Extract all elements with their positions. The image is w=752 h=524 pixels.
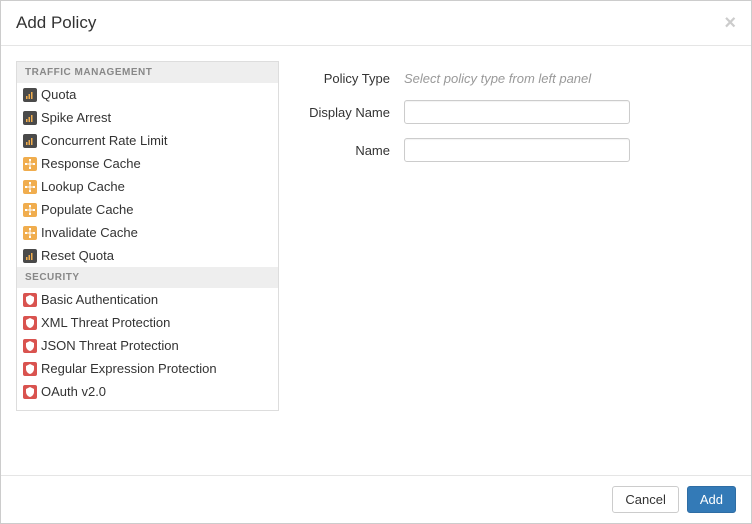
section-header: SECURITY: [17, 267, 278, 288]
policy-item-label: XML Threat Protection: [41, 315, 170, 330]
close-icon[interactable]: ×: [724, 13, 736, 33]
cache-icon: [23, 226, 37, 240]
policy-type-value: Select policy type from left panel: [404, 71, 591, 86]
cache-icon: [23, 203, 37, 217]
add-policy-modal: Add Policy × TRAFFIC MANAGEMENT Quota Spik…: [0, 0, 752, 524]
policy-item[interactable]: Response Cache: [17, 152, 278, 175]
quota-icon: [23, 111, 37, 125]
policy-item-label: Regular Expression Protection: [41, 361, 217, 376]
name-label: Name: [294, 143, 404, 158]
policy-form: Policy Type Select policy type from left…: [294, 61, 736, 460]
policy-item[interactable]: Basic Authentication: [17, 288, 278, 311]
policy-item-label: Concurrent Rate Limit: [41, 133, 167, 148]
cache-icon: [23, 180, 37, 194]
modal-body: TRAFFIC MANAGEMENT Quota Spike Arrest Concu…: [1, 46, 751, 475]
policy-item-label: OAuth v2.0: [41, 384, 106, 399]
display-name-input[interactable]: [404, 100, 630, 124]
security-icon: [23, 362, 37, 376]
policy-item[interactable]: Lookup Cache: [17, 175, 278, 198]
policy-item[interactable]: Concurrent Rate Limit: [17, 129, 278, 152]
policy-item[interactable]: Reset Quota: [17, 244, 278, 267]
policy-item[interactable]: Regular Expression Protection: [17, 357, 278, 380]
security-icon: [23, 293, 37, 307]
policy-item-label: Invalidate Cache: [41, 225, 138, 240]
security-icon: [23, 316, 37, 330]
modal-header: Add Policy ×: [1, 1, 751, 46]
policy-item-label: Response Cache: [41, 156, 141, 171]
modal-title: Add Policy: [16, 13, 96, 33]
policy-item[interactable]: OAuth v2.0: [17, 380, 278, 403]
policy-item-label: Spike Arrest: [41, 110, 111, 125]
security-icon: [23, 339, 37, 353]
display-name-row: Display Name: [294, 100, 716, 124]
policy-item[interactable]: Invalidate Cache: [17, 221, 278, 244]
quota-icon: [23, 134, 37, 148]
policy-item[interactable]: XML Threat Protection: [17, 311, 278, 334]
policy-item[interactable]: Quota: [17, 83, 278, 106]
policy-item[interactable]: Spike Arrest: [17, 106, 278, 129]
policy-item-label: Basic Authentication: [41, 292, 158, 307]
policy-item[interactable]: JSON Threat Protection: [17, 334, 278, 357]
policy-type-list[interactable]: TRAFFIC MANAGEMENT Quota Spike Arrest Concu…: [16, 61, 279, 411]
policy-item-label: Reset Quota: [41, 248, 114, 263]
security-icon: [23, 385, 37, 399]
display-name-label: Display Name: [294, 105, 404, 120]
policy-item-label: Populate Cache: [41, 202, 134, 217]
quota-icon: [23, 249, 37, 263]
add-button[interactable]: Add: [687, 486, 736, 513]
policy-item-label: Quota: [41, 87, 76, 102]
policy-item-label: JSON Threat Protection: [41, 338, 179, 353]
policy-item[interactable]: Populate Cache: [17, 198, 278, 221]
policy-type-row: Policy Type Select policy type from left…: [294, 71, 716, 86]
name-input[interactable]: [404, 138, 630, 162]
cancel-button[interactable]: Cancel: [612, 486, 678, 513]
modal-footer: Cancel Add: [1, 475, 751, 523]
policy-type-label: Policy Type: [294, 71, 404, 86]
cache-icon: [23, 157, 37, 171]
quota-icon: [23, 88, 37, 102]
policy-item-label: Lookup Cache: [41, 179, 125, 194]
name-row: Name: [294, 138, 716, 162]
section-header: TRAFFIC MANAGEMENT: [17, 62, 278, 83]
